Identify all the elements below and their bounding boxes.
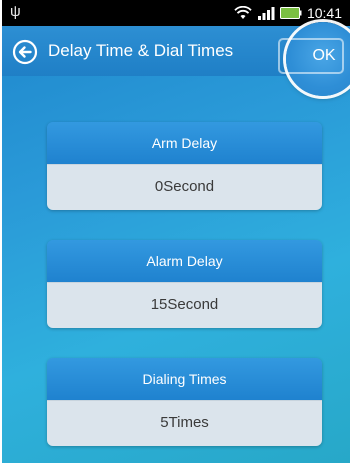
signal-icon xyxy=(257,6,275,20)
ok-button[interactable]: OK xyxy=(278,38,344,74)
ok-button-label: OK xyxy=(312,47,336,64)
usb-icon: ψ xyxy=(10,3,21,20)
status-bar: ψ 10:41 xyxy=(2,0,350,26)
setting-label: Arm Delay xyxy=(47,122,322,164)
setting-dialing-times: Dialing Times 5Times xyxy=(47,358,322,446)
setting-label: Dialing Times xyxy=(47,358,322,400)
setting-arm-delay: Arm Delay 0Second xyxy=(47,122,322,210)
dialing-times-value-field[interactable]: 5Times xyxy=(47,400,322,446)
battery-icon xyxy=(279,6,302,20)
alarm-delay-value-field[interactable]: 15Second xyxy=(47,282,322,328)
page-title: Delay Time & Dial Times xyxy=(48,41,234,60)
arm-delay-value-field[interactable]: 0Second xyxy=(47,164,322,210)
app-screen: ψ 10:41 Delay Time & Dial Times OK Arm D… xyxy=(2,0,350,463)
setting-label: Alarm Delay xyxy=(47,240,322,282)
wifi-icon xyxy=(234,6,252,20)
status-time: 10:41 xyxy=(306,5,342,21)
setting-alarm-delay: Alarm Delay 15Second xyxy=(47,240,322,328)
back-arrow-icon[interactable] xyxy=(12,39,38,65)
status-indicators: 10:41 xyxy=(234,4,342,22)
